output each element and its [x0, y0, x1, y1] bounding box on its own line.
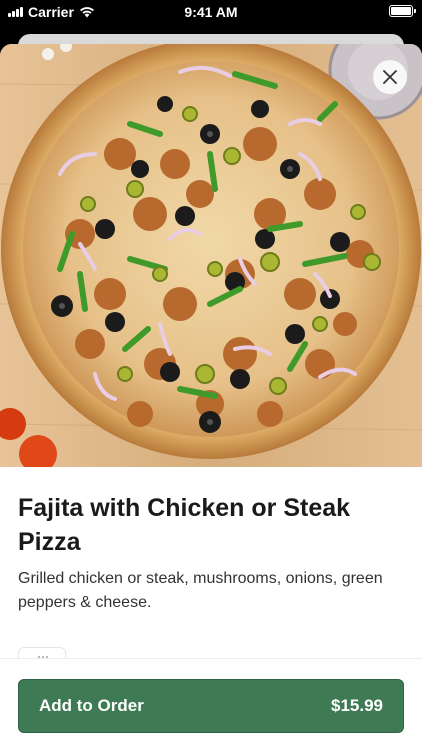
add-to-order-label: Add to Order — [39, 696, 144, 715]
item-info: Fajita with Chicken or Steak Pizza Grill… — [0, 467, 422, 615]
price-label: $15.99 — [331, 696, 383, 715]
status-bar: Carrier 9:41 AM — [0, 0, 422, 26]
close-button[interactable] — [373, 60, 407, 94]
item-description: Grilled chicken or steak, mushrooms, oni… — [18, 570, 383, 611]
footer-bar: Add to Order $15.99 — [0, 658, 422, 750]
item-title: Fajita with Chicken or Steak Pizza — [18, 494, 351, 556]
battery-icon — [389, 5, 416, 17]
add-to-order-button[interactable]: Add to Order $15.99 — [18, 679, 404, 733]
item-detail-sheet: Fajita with Chicken or Steak Pizza Grill… — [0, 44, 422, 750]
item-image — [0, 44, 422, 467]
status-time: 9:41 AM — [184, 4, 238, 20]
close-icon — [383, 70, 397, 84]
